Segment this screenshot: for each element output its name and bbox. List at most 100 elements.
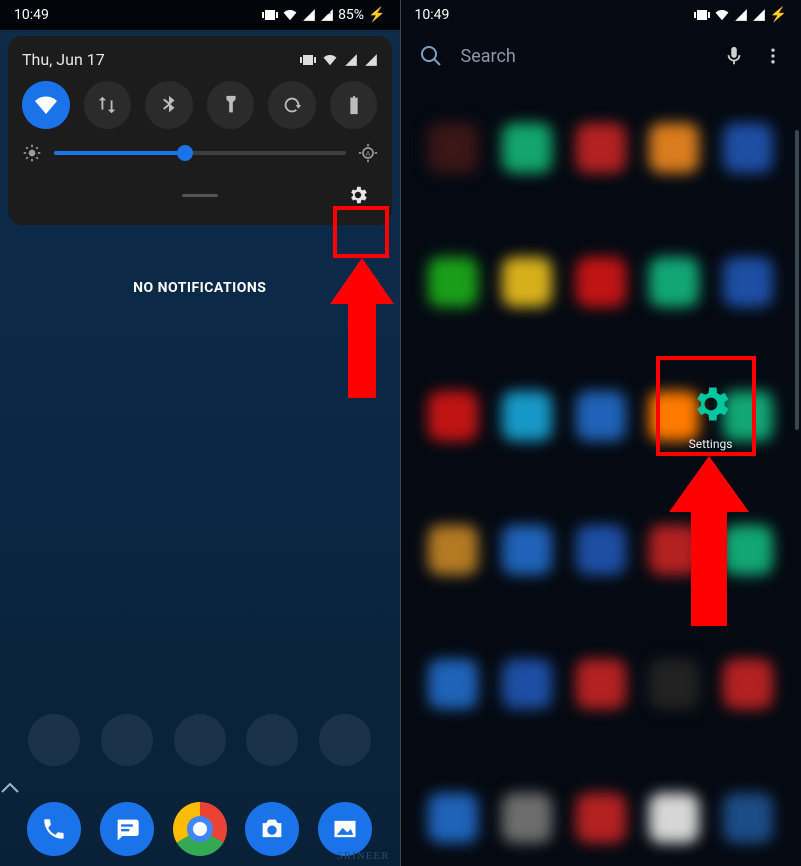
app-tile[interactable] xyxy=(640,494,710,624)
app-drawer-handle[interactable] xyxy=(0,782,400,794)
app-drawer-search[interactable]: Search xyxy=(401,30,801,82)
data-swap-icon xyxy=(96,94,118,116)
status-icons: x 85% ⚡ xyxy=(262,7,385,23)
search-placeholder: Search xyxy=(461,46,516,67)
flashlight-icon xyxy=(220,94,242,116)
app-tile[interactable] xyxy=(419,494,489,624)
brightness-slider[interactable] xyxy=(54,151,346,155)
no-notifications-label: NO NOTIFICATIONS xyxy=(0,280,400,296)
app-tile[interactable] xyxy=(419,92,489,222)
mic-icon[interactable] xyxy=(723,45,745,67)
qs-tile-rotate[interactable] xyxy=(268,81,316,129)
app-tile[interactable] xyxy=(640,226,710,356)
wifi-icon xyxy=(34,93,58,117)
svg-text:x: x xyxy=(328,10,331,16)
app-tile[interactable] xyxy=(492,92,562,222)
app-tile[interactable] xyxy=(640,762,710,866)
qs-date: Thu, Jun 17 xyxy=(22,50,105,69)
signal-icon xyxy=(734,8,748,22)
app-tile[interactable] xyxy=(492,494,562,624)
signal-x-icon: x xyxy=(320,8,334,22)
annotation-arrow-left xyxy=(330,258,394,398)
home-folder[interactable] xyxy=(28,714,80,766)
app-tile[interactable] xyxy=(492,360,562,490)
charge-icon: ⚡ xyxy=(368,7,385,23)
home-folder[interactable] xyxy=(246,714,298,766)
signal-icon xyxy=(302,8,316,22)
wifi-icon xyxy=(322,53,338,67)
app-tile[interactable] xyxy=(492,628,562,758)
app-tile[interactable] xyxy=(566,226,636,356)
brightness-low-icon xyxy=(22,143,42,163)
app-settings-label: Settings xyxy=(689,437,733,451)
wifi-icon xyxy=(714,8,730,22)
app-settings[interactable]: Settings xyxy=(669,368,753,462)
qs-tile-wifi[interactable] xyxy=(22,81,70,129)
dock-messages[interactable] xyxy=(100,802,154,856)
qs-settings-button[interactable] xyxy=(338,175,378,215)
brightness-row: A xyxy=(22,143,378,163)
dock xyxy=(0,802,400,856)
bluetooth-icon xyxy=(158,94,180,116)
phone-left: 10:49 x 85% ⚡ Thu, Jun 17 xyxy=(0,0,401,866)
app-tile[interactable] xyxy=(566,494,636,624)
app-tile[interactable] xyxy=(713,628,783,758)
dock-chrome[interactable] xyxy=(173,802,227,856)
signal-icon xyxy=(344,53,358,67)
app-tile[interactable] xyxy=(640,628,710,758)
app-tile[interactable] xyxy=(566,92,636,222)
svg-text:A: A xyxy=(365,150,370,158)
app-tile[interactable] xyxy=(566,762,636,866)
app-drawer-grid[interactable] xyxy=(401,82,801,866)
dock-gallery[interactable] xyxy=(318,802,372,856)
brightness-auto-icon: A xyxy=(358,143,378,163)
phone-icon xyxy=(41,816,67,842)
charge-icon: ⚡ xyxy=(770,7,787,23)
app-tile[interactable] xyxy=(640,92,710,222)
status-bar: 10:49 x 85% ⚡ xyxy=(0,0,400,30)
more-icon[interactable] xyxy=(763,45,783,67)
gallery-icon xyxy=(331,815,359,843)
vibrate-icon xyxy=(300,53,316,67)
app-tile[interactable] xyxy=(713,226,783,356)
app-tile[interactable] xyxy=(419,360,489,490)
dock-phone[interactable] xyxy=(27,802,81,856)
status-time: 10:49 xyxy=(415,7,450,23)
qs-tile-bluetooth[interactable] xyxy=(145,81,193,129)
app-tile[interactable] xyxy=(492,762,562,866)
qs-tile-flashlight[interactable] xyxy=(207,81,255,129)
home-folder-row xyxy=(0,714,400,766)
status-bar: 10:49 ⚡ xyxy=(401,0,801,30)
gear-icon xyxy=(347,184,369,206)
app-tile[interactable] xyxy=(419,762,489,866)
qs-tile-data[interactable] xyxy=(84,81,132,129)
qs-status-icons xyxy=(300,53,378,67)
home-folder[interactable] xyxy=(101,714,153,766)
app-tile[interactable] xyxy=(566,360,636,490)
wifi-icon xyxy=(282,8,298,22)
vibrate-icon xyxy=(694,8,710,22)
auto-rotate-icon xyxy=(281,94,303,116)
qs-tile-battery-saver[interactable] xyxy=(330,81,378,129)
vibrate-icon xyxy=(262,8,278,22)
status-time: 10:49 xyxy=(14,7,49,23)
app-tile[interactable] xyxy=(713,92,783,222)
app-tile[interactable] xyxy=(492,226,562,356)
chevron-up-icon xyxy=(0,782,20,794)
qs-drag-handle[interactable] xyxy=(182,194,218,197)
gear-icon xyxy=(686,379,736,429)
home-folder[interactable] xyxy=(174,714,226,766)
app-tile[interactable] xyxy=(566,628,636,758)
search-icon xyxy=(419,44,443,68)
app-tile[interactable] xyxy=(713,494,783,624)
status-icons: ⚡ xyxy=(694,7,787,23)
app-tile[interactable] xyxy=(419,226,489,356)
app-tile[interactable] xyxy=(419,628,489,758)
quick-settings-panel: Thu, Jun 17 xyxy=(8,36,392,225)
app-tile[interactable] xyxy=(713,762,783,866)
wallpaper-artist: SRINEER xyxy=(337,850,390,862)
home-folder[interactable] xyxy=(319,714,371,766)
messages-icon xyxy=(113,815,141,843)
dock-camera[interactable] xyxy=(245,802,299,856)
scrollbar[interactable] xyxy=(795,130,799,430)
